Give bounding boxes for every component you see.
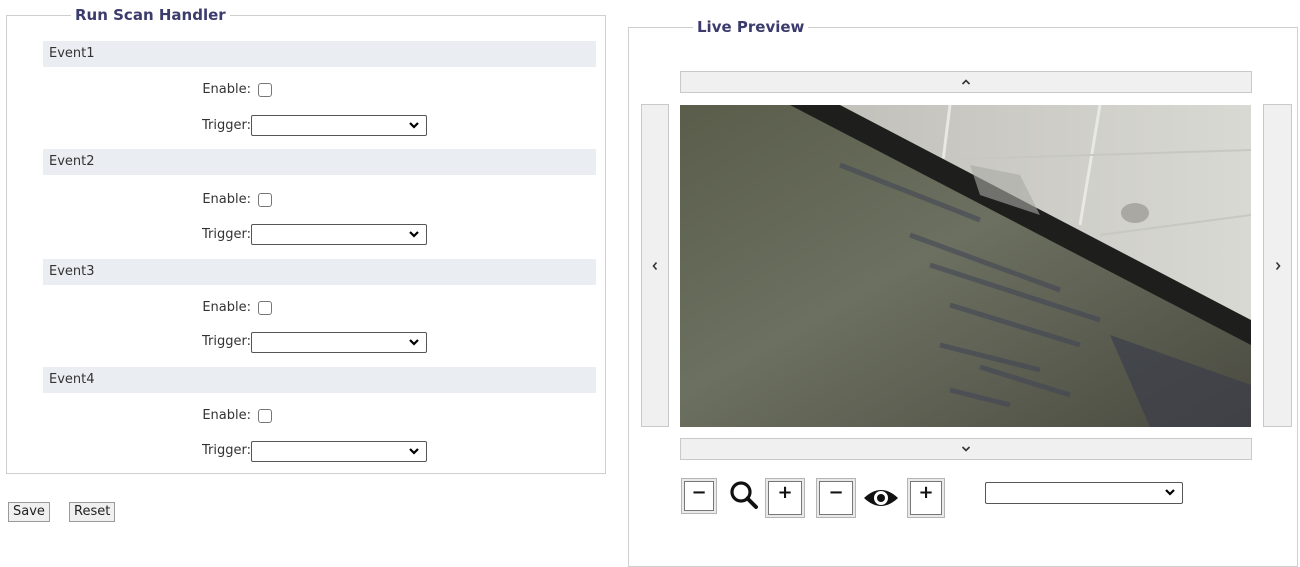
event4-enable-checkbox[interactable] [258,409,272,423]
event4-trigger-label: Trigger: [202,443,251,458]
event1-enable-checkbox[interactable] [258,83,272,97]
event4-enable-label: Enable: [202,408,251,423]
chevron-down-icon [409,231,419,238]
event2-enable-checkbox[interactable] [258,193,272,207]
reset-button[interactable]: Reset [69,502,116,522]
event1-header: Event1 [43,41,596,67]
event4-trigger-select[interactable] [251,441,427,462]
event2-trigger-label: Trigger: [202,227,251,242]
event3-header: Event3 [43,259,596,285]
pan-up-button[interactable] [680,71,1252,93]
event1-trigger-select[interactable] [251,115,427,136]
zoom-in-button[interactable]: + [765,478,805,518]
zoom-out-button[interactable]: − [681,478,717,514]
event3-enable-checkbox[interactable] [258,301,272,315]
focus-out-button[interactable]: − [816,478,856,518]
event1-enable-label: Enable: [202,82,251,97]
save-button[interactable]: Save [8,502,50,522]
pan-left-button[interactable] [641,104,669,427]
chevron-up-icon [961,79,971,85]
event2-trigger-select[interactable] [251,224,427,245]
live-preview-title: Live Preview [693,18,809,36]
chevron-down-icon [409,448,419,455]
event3-trigger-label: Trigger: [202,334,251,349]
magnifier-icon [730,481,758,509]
zoom-in-label: + [768,481,802,515]
camera-scene [680,105,1251,427]
zoom-out-label: − [684,481,714,511]
chevron-down-icon [409,122,419,129]
run-scan-handler-title: Run Scan Handler [71,6,230,24]
event3-trigger-select[interactable] [251,332,427,353]
focus-in-label: + [910,481,942,515]
run-scan-handler-panel: Run Scan Handler Event1 Enable: Trigger:… [6,6,606,474]
focus-in-button[interactable]: + [907,478,945,518]
eye-icon [864,490,898,506]
chevron-right-icon [1275,261,1281,270]
chevron-down-icon [409,339,419,346]
pan-down-button[interactable] [680,438,1252,460]
chevron-down-icon [961,446,971,452]
event1-trigger-label: Trigger: [202,118,251,133]
camera-preview-image [680,105,1251,427]
event2-enable-label: Enable: [202,192,251,207]
chevron-left-icon [652,261,658,270]
event3-enable-label: Enable: [202,300,251,315]
focus-out-label: − [819,481,853,515]
preset-select[interactable] [985,482,1183,504]
pan-right-button[interactable] [1263,104,1292,427]
event2-header: Event2 [43,149,596,175]
event4-header: Event4 [43,367,596,393]
chevron-down-icon [1165,489,1175,496]
